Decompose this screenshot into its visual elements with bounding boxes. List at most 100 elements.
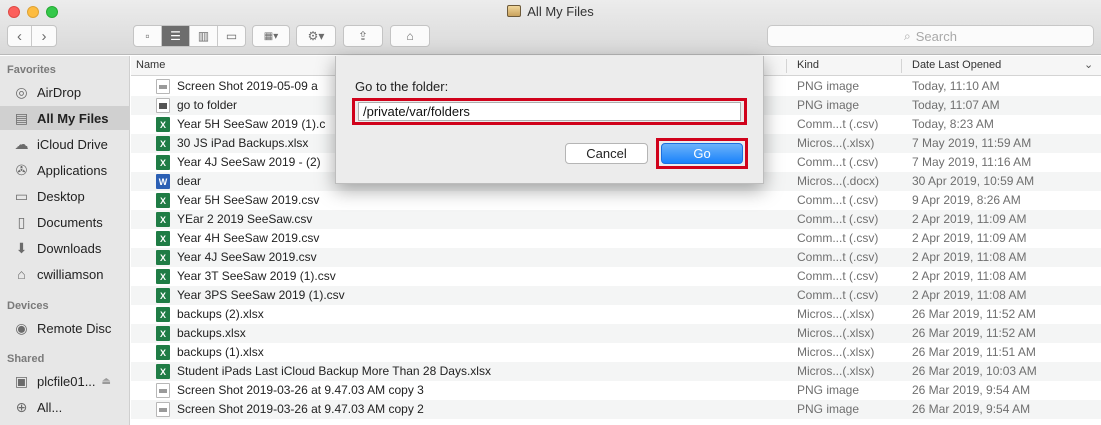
gear-icon: ⚙▾: [307, 29, 325, 43]
excel-file-icon: X: [156, 307, 170, 322]
forward-button[interactable]: ›: [32, 26, 56, 46]
file-row[interactable]: X Year 4J SeeSaw 2019.csv Comm...t (.csv) 2…: [131, 248, 1101, 267]
file-date-opened: 30 Apr 2019, 10:59 AM: [912, 174, 1035, 188]
cover-flow-icon: ▭: [225, 29, 238, 43]
sidebar-item-all-network[interactable]: ⊕ All...: [0, 395, 130, 419]
go-button[interactable]: Go: [661, 143, 743, 164]
file-row[interactable]: Xbackups.xlsx Micros...(.xlsx) 26 Mar 2019…: [131, 324, 1101, 343]
file-kind: PNG image: [797, 402, 860, 416]
tag-menu[interactable]: ⌂: [390, 25, 430, 47]
file-row[interactable]: X Student iPads Last iCloud Backup More T…: [131, 362, 1101, 381]
share-icon: ⇪: [357, 29, 369, 43]
column-view-button[interactable]: ▥: [190, 26, 218, 46]
file-name: 30 JS iPad Backups.xlsx: [177, 136, 309, 150]
share-button[interactable]: ⇪: [344, 26, 382, 46]
downloads-icon: ⬇: [15, 239, 28, 256]
window-title-text: All My Files: [527, 4, 594, 19]
file-name: dear: [177, 174, 202, 188]
sidebar-item-documents[interactable]: ▯ Documents: [0, 210, 130, 234]
action-menu[interactable]: ⚙▾: [296, 25, 336, 47]
back-button[interactable]: ‹: [8, 26, 32, 46]
share-menu[interactable]: ⇪: [343, 25, 383, 47]
file-row[interactable]: X Year 3T SeeSaw 2019 (1).csv Comm...t (.c…: [131, 267, 1101, 286]
search-field[interactable]: ⌕ Search: [767, 25, 1094, 47]
file-row[interactable]: Xbackups (1).xlsx Micros...(.xlsx) 26 Mar …: [131, 343, 1101, 362]
sidebar-item-desktop[interactable]: ▭ Desktop: [0, 184, 130, 208]
file-kind: Comm...t (.csv): [797, 250, 879, 264]
file-row[interactable]: Screen Shot 2019-03-26 at 9.47.03 AM cop…: [131, 381, 1101, 400]
arrange-menu[interactable]: ▦▾: [252, 25, 290, 47]
window-toolbar: All My Files ‹ › ▫ ☰ ▥ ▭ ▦▾ ⚙▾ ⇪ ⌂ ⌕ Sea…: [0, 0, 1101, 55]
file-name: Student iPads Last iCloud Backup More Th…: [177, 364, 491, 378]
file-row[interactable]: X Year 5H SeeSaw 2019.csv Comm...t (.csv) 9…: [131, 191, 1101, 210]
file-row[interactable]: X Year 3PS SeeSaw 2019 (1).csv Comm...t (.…: [131, 286, 1101, 305]
file-date-opened: Today, 11:07 AM: [912, 98, 1000, 112]
file-kind: Comm...t (.csv): [797, 288, 879, 302]
excel-file-icon: X: [156, 136, 170, 151]
sidebar-item-cwilliamson[interactable]: ⌂ cwilliamson: [0, 262, 130, 286]
column-divider[interactable]: [901, 59, 902, 73]
column-name-header[interactable]: Name: [136, 59, 165, 71]
file-date-opened: 2 Apr 2019, 11:09 AM: [912, 231, 1027, 245]
sidebar-item-label: Documents: [37, 214, 103, 230]
documents-icon: ▯: [17, 213, 26, 230]
file-date-opened: 26 Mar 2019, 10:03 AM: [912, 364, 1037, 378]
desktop-icon: ▭: [14, 187, 29, 204]
file-row[interactable]: Xbackups (2).xlsx Micros...(.xlsx) 26 Mar …: [131, 305, 1101, 324]
applications-icon: ✇: [15, 161, 28, 178]
file-date-opened: 2 Apr 2019, 11:08 AM: [912, 250, 1027, 264]
eject-icon[interactable]: ⏏: [102, 376, 111, 387]
sort-chevron-icon[interactable]: ⌄: [1084, 58, 1093, 71]
file-name: Year 5H SeeSaw 2019.csv: [177, 193, 320, 207]
sidebar-item-applications[interactable]: ✇ Applications: [0, 158, 130, 182]
chevron-left-icon: ‹: [17, 27, 22, 45]
list-icon: ☰: [170, 29, 181, 43]
file-date-opened: 7 May 2019, 11:59 AM: [912, 136, 1032, 150]
excel-file-icon: X: [156, 269, 170, 284]
folder-icon: [507, 5, 522, 17]
sidebar-item-label: AirDrop: [37, 84, 82, 100]
excel-file-icon: X: [156, 326, 170, 341]
tag-button[interactable]: ⌂: [391, 26, 429, 46]
sidebar-item-label: cwilliamson: [37, 266, 104, 282]
file-kind: Micros...(.xlsx): [797, 136, 875, 150]
sidebar-item-all-my-files[interactable]: ▤ All My Files: [0, 106, 130, 130]
sidebar-item-icloud-drive[interactable]: ☁ iCloud Drive: [0, 132, 130, 156]
excel-file-icon: X: [156, 212, 170, 227]
sidebar-item-label: All...: [37, 399, 63, 415]
file-kind: Comm...t (.csv): [797, 231, 879, 245]
sidebar-item-airdrop[interactable]: ◎ AirDrop: [0, 80, 130, 104]
file-row[interactable]: X YEar 2 2019 SeeSaw.csv Comm...t (.csv) 2 …: [131, 210, 1101, 229]
file-name: Year 3T SeeSaw 2019 (1).csv: [177, 269, 336, 283]
back-forward-group: ‹ ›: [7, 25, 57, 47]
cover-flow-button[interactable]: ▭: [218, 26, 245, 46]
file-date-opened: Today, 11:10 AM: [912, 79, 1000, 93]
sidebar-item-remote-disc[interactable]: ◉ Remote Disc: [0, 316, 130, 340]
icon-view-button[interactable]: ▫: [134, 26, 162, 46]
file-name: YEar 2 2019 SeeSaw.csv: [177, 212, 313, 226]
sidebar-item-label: Downloads: [37, 240, 102, 256]
action-button[interactable]: ⚙▾: [297, 26, 335, 46]
cancel-button[interactable]: Cancel: [565, 143, 648, 164]
column-kind-header[interactable]: Kind: [797, 59, 819, 71]
grid-icon: ▫: [145, 29, 150, 43]
file-row[interactable]: Screen Shot 2019-03-26 at 9.47.03 AM cop…: [131, 400, 1101, 419]
file-kind: Micros...(.docx): [797, 174, 880, 188]
sidebar-item-downloads[interactable]: ⬇ Downloads: [0, 236, 130, 260]
arrange-button[interactable]: ▦▾: [253, 26, 289, 46]
file-kind: PNG image: [797, 98, 860, 112]
column-date-header[interactable]: Date Last Opened: [912, 59, 1001, 71]
sidebar-item-plcfile01[interactable]: ▣ plcfile01... ⏏: [0, 369, 130, 393]
column-divider[interactable]: [786, 59, 787, 73]
file-date-opened: 7 May 2019, 11:16 AM: [912, 155, 1032, 169]
image-file-icon: [156, 402, 170, 417]
file-date-opened: 2 Apr 2019, 11:08 AM: [912, 269, 1027, 283]
excel-file-icon: X: [156, 345, 170, 360]
file-row[interactable]: X Year 4H SeeSaw 2019.csv Comm...t (.csv) 2…: [131, 229, 1101, 248]
folder-path-input[interactable]: [358, 102, 741, 121]
sidebar-section-devices: Devices: [7, 300, 49, 312]
file-name: Screen Shot 2019-05-09 a: [177, 79, 318, 93]
file-kind: Micros...(.xlsx): [797, 307, 875, 321]
file-kind: PNG image: [797, 79, 860, 93]
list-view-button[interactable]: ☰: [162, 26, 190, 46]
